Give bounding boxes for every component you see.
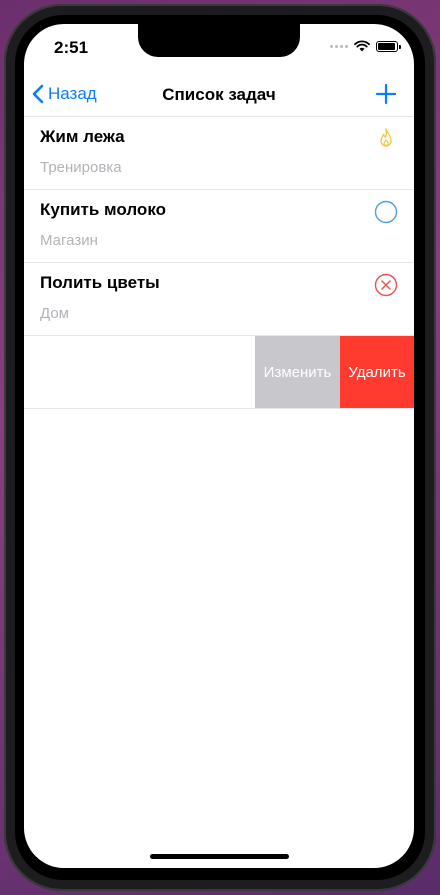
task-row-swiped[interactable]: Изменить Удалить (24, 335, 414, 409)
wifi-icon (354, 40, 370, 52)
task-title: Жим лежа (40, 127, 125, 146)
task-title: Купить молоко (40, 200, 166, 219)
status-time: 2:51 (54, 38, 89, 57)
task-list: Жим лежа Тренировка Купить молоко Магази… (24, 116, 414, 409)
battery-icon (376, 40, 401, 52)
task-row[interactable]: Купить молоко Магазин (24, 189, 414, 262)
screen: 2:51 Назад Список задач Жим лежа Трениро… (24, 24, 414, 868)
flame-icon (380, 128, 392, 147)
navigation-bar: Назад Список задач (24, 74, 414, 118)
delete-button[interactable]: Удалить (340, 336, 414, 408)
page-title: Список задач (162, 85, 276, 104)
notch (138, 24, 300, 57)
task-row[interactable]: Полить цветы Дом (24, 262, 414, 335)
task-title: Полить цветы (40, 273, 160, 292)
status-icons (330, 40, 401, 52)
home-indicator[interactable] (150, 854, 289, 859)
task-row[interactable]: Жим лежа Тренировка (24, 116, 414, 189)
cellular-signal-icon (330, 44, 348, 48)
x-circle-icon (374, 273, 398, 297)
add-icon[interactable] (374, 82, 398, 106)
task-category: Тренировка (40, 159, 122, 176)
edit-button[interactable]: Изменить (255, 336, 340, 408)
circle-icon (374, 200, 398, 224)
task-category: Дом (40, 305, 69, 322)
task-category: Магазин (40, 232, 98, 249)
